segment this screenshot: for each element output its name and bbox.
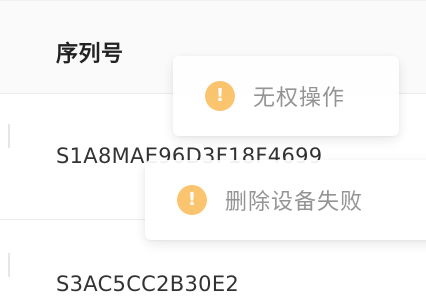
warning-icon: ! <box>177 185 207 215</box>
serial-cell: S3AC5CC2B30E2 <box>56 272 240 296</box>
toast-no-permission: ! 无权操作 <box>173 56 399 136</box>
toast-delete-failed: ! 删除设备失败 <box>145 160 426 240</box>
toast-message: 无权操作 <box>253 86 346 111</box>
device-table: 序列号 S1A8MAE96D3F18F4699 S3AC5CC2B30E2 <box>0 0 426 296</box>
row-checkbox[interactable] <box>8 124 10 148</box>
warning-icon: ! <box>205 81 235 111</box>
column-header-serial[interactable]: 序列号 <box>56 36 124 68</box>
row-checkbox[interactable] <box>8 253 10 277</box>
toast-message: 删除设备失败 <box>225 190 364 215</box>
